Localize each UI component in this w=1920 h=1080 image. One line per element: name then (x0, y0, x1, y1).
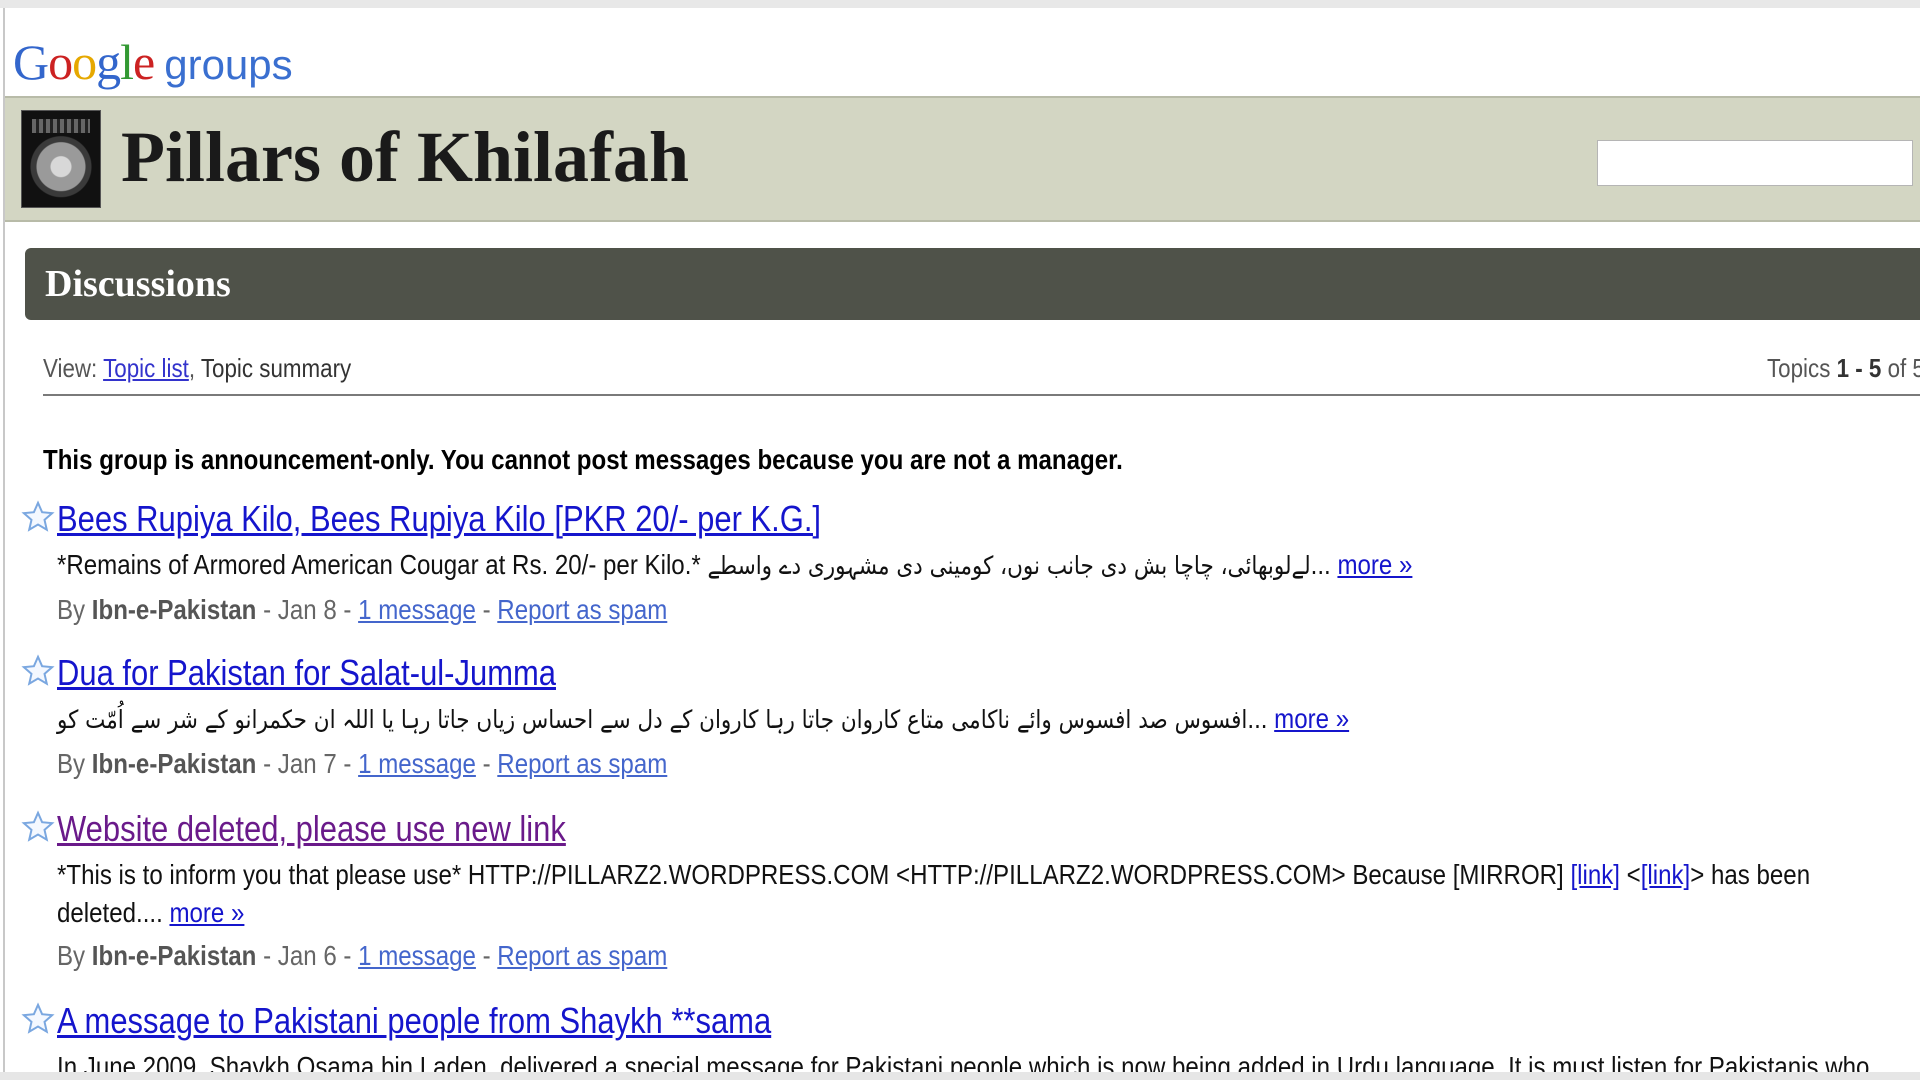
topic-title-link[interactable]: Website deleted, please use new link (57, 806, 566, 852)
more-link[interactable]: more » (169, 897, 244, 928)
message-count-link[interactable]: 1 message (358, 594, 476, 625)
author-name: Ibn-e-Pakistan (91, 940, 257, 971)
topic-meta: By Ibn-e-Pakistan - Jan 7 - 1 message - … (57, 748, 668, 779)
browser-viewport: Google groups Pillars of Khilafah Discuss… (3, 8, 1920, 1076)
topic-list-link[interactable]: Topic list (103, 353, 189, 383)
report-spam-link[interactable]: Report as spam (497, 748, 667, 779)
author-name: Ibn-e-Pakistan (91, 594, 257, 625)
message-count-link[interactable]: 1 message (358, 940, 476, 971)
view-label: View: (43, 353, 98, 383)
post-date: - Jan 8 - (263, 594, 352, 625)
topic-title-link[interactable]: Bees Rupiya Kilo, Bees Rupiya Kilo [PKR … (57, 496, 821, 542)
google-groups-logo[interactable]: Google groups (13, 22, 293, 102)
more-link[interactable]: more » (1274, 703, 1349, 734)
more-link[interactable]: more » (1337, 549, 1412, 580)
topic-snippet: افسوس صد افسوس وائے ناکامی متاع کاروان ج… (57, 703, 1350, 734)
mirror-link-alt[interactable]: [link] (1641, 859, 1691, 890)
topic-snippet: *This is to inform you that please use* … (57, 859, 1811, 928)
topic-title-link[interactable]: A message to Pakistani people from Shayk… (57, 998, 771, 1044)
topic-summary-current: Topic summary (200, 353, 352, 383)
post-date: - Jan 6 - (263, 940, 352, 971)
star-outline-icon[interactable] (21, 654, 55, 688)
topic-meta: By Ibn-e-Pakistan - Jan 8 - 1 message - … (57, 594, 668, 625)
message-count-link[interactable]: 1 message (358, 748, 476, 779)
divider (43, 394, 1920, 396)
mirror-link[interactable]: [link] (1570, 859, 1620, 890)
group-title: Pillars of Khilafah (121, 117, 690, 197)
view-switcher: View: Topic list, Topic summary (43, 353, 352, 383)
group-header: Pillars of Khilafah (5, 96, 1920, 222)
report-spam-link[interactable]: Report as spam (497, 594, 667, 625)
group-search-input[interactable] (1597, 140, 1913, 186)
window-top-edge (0, 0, 1920, 8)
discussions-bar: Discussions (25, 248, 1920, 320)
group-avatar (21, 110, 101, 208)
author-name: Ibn-e-Pakistan (91, 748, 257, 779)
report-spam-link[interactable]: Report as spam (497, 940, 667, 971)
section-title: Discussions (45, 263, 231, 305)
window-bottom-edge (0, 1072, 1920, 1080)
post-date: - Jan 7 - (263, 748, 352, 779)
groups-wordmark: groups (164, 41, 293, 88)
announcement-notice: This group is announcement-only. You can… (43, 444, 1123, 475)
topics-count: Topics 1 - 5 of 5 (1767, 353, 1920, 383)
star-outline-icon[interactable] (21, 500, 55, 534)
topic-title-link[interactable]: Dua for Pakistan for Salat-ul-Jumma (57, 650, 556, 696)
google-wordmark: Google (13, 34, 155, 90)
topic-snippet: *Remains of Armored American Cougar at R… (57, 549, 1413, 580)
star-outline-icon[interactable] (21, 810, 55, 844)
star-outline-icon[interactable] (21, 1002, 55, 1036)
topic-meta: By Ibn-e-Pakistan - Jan 6 - 1 message - … (57, 940, 668, 971)
